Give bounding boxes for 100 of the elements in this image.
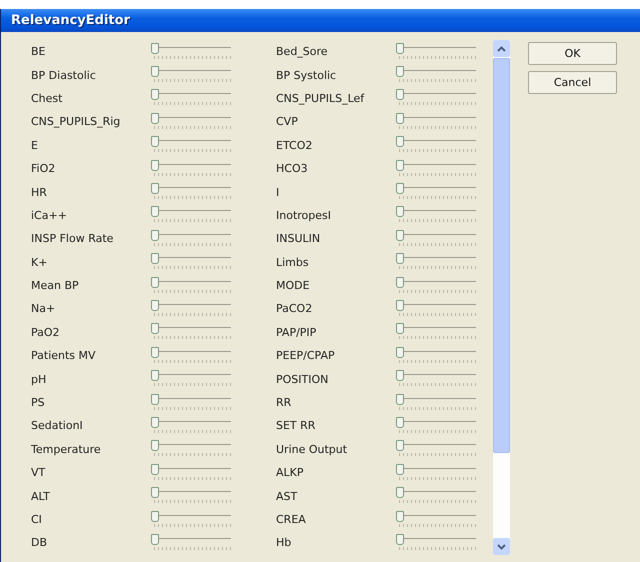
slider[interactable] — [151, 440, 231, 458]
slider[interactable] — [396, 183, 476, 202]
slider-thumb[interactable] — [151, 487, 159, 498]
scroll-up-icon[interactable] — [493, 40, 510, 57]
slider[interactable] — [396, 253, 476, 272]
dialog-button[interactable]: Cancel — [528, 71, 617, 94]
slider-thumb[interactable] — [151, 89, 159, 100]
slider[interactable] — [151, 253, 231, 272]
slider[interactable] — [396, 370, 476, 388]
slider-thumb[interactable] — [151, 300, 159, 311]
slider-thumb[interactable] — [396, 230, 404, 241]
slider[interactable] — [151, 89, 231, 108]
slider-thumb[interactable] — [396, 323, 404, 334]
slider-thumb[interactable] — [151, 253, 159, 264]
slider-thumb[interactable] — [151, 346, 159, 358]
slider[interactable] — [396, 230, 476, 248]
parameter-label: Temperature — [31, 442, 102, 456]
slider[interactable] — [151, 206, 231, 224]
slider[interactable] — [151, 160, 231, 178]
slider-thumb[interactable] — [396, 487, 404, 498]
slider[interactable] — [396, 136, 476, 154]
slider[interactable] — [151, 42, 231, 61]
slider-thumb[interactable] — [396, 440, 404, 452]
slider-thumb[interactable] — [396, 394, 404, 405]
slider-thumb[interactable] — [396, 89, 404, 100]
slider-thumb[interactable] — [151, 160, 159, 171]
slider[interactable] — [151, 183, 231, 202]
slider-thumb[interactable] — [396, 276, 404, 288]
slider[interactable] — [396, 66, 476, 84]
slider-thumb[interactable] — [396, 66, 404, 78]
slider-thumb[interactable] — [151, 230, 159, 241]
slider-thumb[interactable] — [151, 534, 159, 545]
slider[interactable] — [151, 112, 231, 131]
slider-thumb[interactable] — [151, 136, 159, 148]
slider-thumb[interactable] — [151, 394, 159, 405]
slider[interactable] — [151, 394, 231, 412]
scrollbar[interactable] — [493, 40, 510, 555]
slider-thumb[interactable] — [151, 112, 159, 124]
slider[interactable] — [151, 487, 231, 506]
slider-thumb[interactable] — [396, 346, 404, 358]
slider-thumb[interactable] — [396, 136, 404, 148]
slider[interactable] — [396, 89, 476, 108]
slider-thumb[interactable] — [151, 276, 159, 288]
slider-thumb[interactable] — [396, 300, 404, 311]
slider-thumb[interactable] — [396, 253, 404, 264]
slider-thumb[interactable] — [151, 66, 159, 78]
slider[interactable] — [396, 464, 476, 482]
parameter-label: Mean BP — [31, 279, 80, 292]
parameter-label: PAP/PIP — [276, 326, 318, 339]
slider-thumb[interactable] — [396, 510, 404, 522]
slider[interactable] — [396, 394, 476, 412]
slider-thumb[interactable] — [396, 206, 404, 218]
slider-thumb[interactable] — [396, 112, 404, 124]
slider-thumb[interactable] — [151, 416, 159, 428]
slider[interactable] — [396, 510, 476, 528]
slider-thumb[interactable] — [151, 510, 159, 522]
slider[interactable] — [151, 276, 231, 295]
slider-thumb[interactable] — [151, 42, 159, 54]
slider[interactable] — [396, 112, 476, 131]
slider-thumb[interactable] — [396, 416, 404, 428]
slider[interactable] — [151, 66, 231, 84]
parameter-label: AST — [276, 490, 298, 503]
slider[interactable] — [151, 370, 231, 388]
slider[interactable] — [151, 464, 231, 482]
slider-thumb[interactable] — [396, 183, 404, 194]
slider-thumb[interactable] — [396, 42, 404, 54]
slider[interactable] — [151, 323, 231, 342]
slider[interactable] — [396, 42, 476, 61]
slider[interactable] — [396, 206, 476, 224]
slider[interactable] — [396, 300, 476, 318]
slider[interactable] — [396, 534, 476, 552]
slider[interactable] — [396, 323, 476, 342]
slider[interactable] — [151, 300, 231, 318]
parameter-label: HCO3 — [276, 162, 309, 176]
slider[interactable] — [151, 534, 231, 552]
slider[interactable] — [396, 440, 476, 458]
scroll-thumb[interactable] — [493, 58, 510, 453]
slider-thumb[interactable] — [151, 183, 159, 194]
slider-thumb[interactable] — [151, 464, 159, 475]
slider[interactable] — [151, 230, 231, 248]
slider[interactable] — [396, 160, 476, 178]
slider[interactable] — [151, 416, 231, 435]
slider-thumb[interactable] — [396, 370, 404, 382]
slider-thumb[interactable] — [151, 323, 159, 334]
scroll-down-icon[interactable] — [493, 538, 510, 555]
slider-thumb[interactable] — [151, 206, 159, 218]
slider-thumb[interactable] — [396, 160, 404, 171]
slider[interactable] — [396, 416, 476, 435]
slider[interactable] — [151, 510, 231, 528]
slider[interactable] — [396, 276, 476, 295]
dialog-button[interactable]: OK — [528, 42, 617, 65]
slider-thumb[interactable] — [396, 534, 404, 545]
slider-thumb[interactable] — [151, 440, 159, 452]
slider[interactable] — [151, 136, 231, 154]
slider-thumb[interactable] — [151, 370, 159, 382]
slider[interactable] — [396, 487, 476, 506]
slider-thumb[interactable] — [396, 464, 404, 475]
slider[interactable] — [151, 346, 231, 365]
slider[interactable] — [396, 346, 476, 365]
parameter-label: CREA — [276, 513, 307, 526]
